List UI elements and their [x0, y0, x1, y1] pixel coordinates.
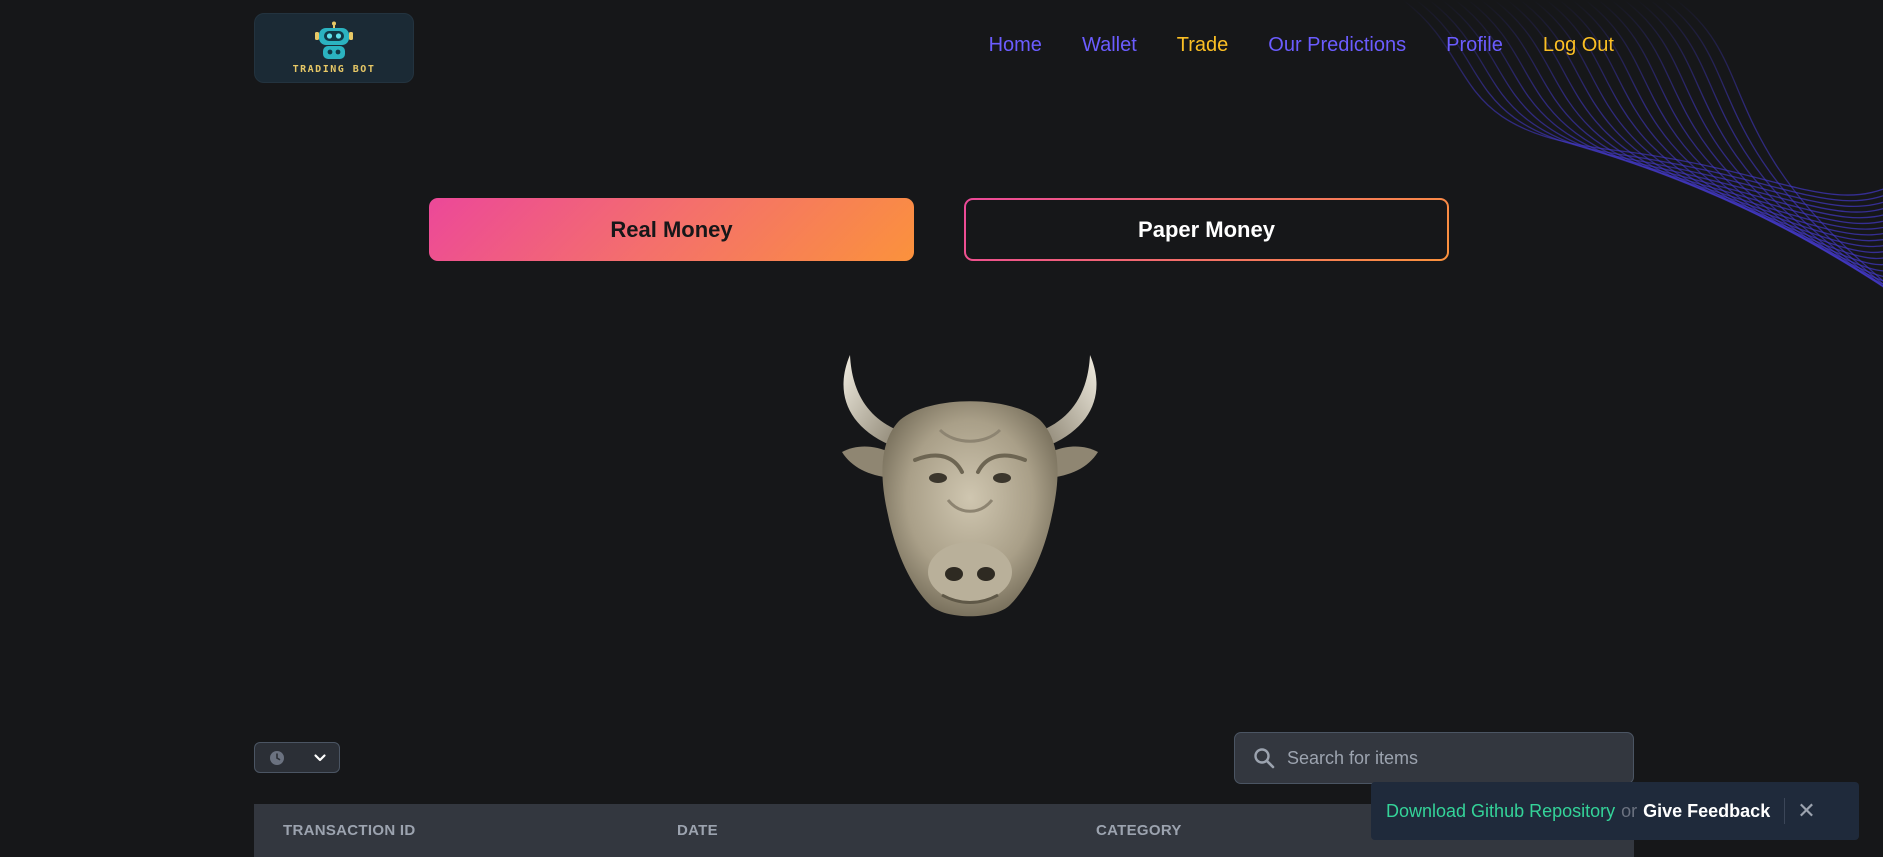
decorative-wave-line: [1454, 0, 1883, 219]
download-repo-link[interactable]: Download Github Repository: [1386, 801, 1615, 822]
decorative-wave-line: [1623, 0, 1883, 287]
search-icon: [1254, 748, 1275, 769]
decorative-wave-line: [1571, 0, 1883, 272]
give-feedback-link[interactable]: Give Feedback: [1643, 801, 1770, 822]
decorative-wave-line: [1675, 0, 1883, 282]
clock-icon: [270, 750, 284, 765]
decorative-wave-line: [1662, 0, 1883, 285]
nav-trade[interactable]: Trade: [1177, 34, 1229, 57]
nav-log-out[interactable]: Log Out: [1543, 34, 1614, 57]
nav-home[interactable]: Home: [989, 34, 1042, 57]
brand-logo[interactable]: TRADING BOT: [254, 13, 414, 83]
decorative-wave-line: [1441, 0, 1883, 213]
paper-money-label: Paper Money: [966, 200, 1447, 259]
real-money-button[interactable]: Real Money: [429, 198, 914, 261]
nav-profile[interactable]: Profile: [1446, 34, 1503, 57]
column-header-date: DATE: [677, 822, 718, 839]
page: TRADING BOT Home Wallet Trade Our Predic…: [0, 0, 1883, 857]
paper-money-button[interactable]: Paper Money: [964, 198, 1449, 261]
column-header-category: CATEGORY: [1096, 822, 1182, 839]
banner-divider: [1784, 798, 1786, 824]
decorative-wave-line: [1649, 0, 1883, 287]
decorative-wave-line: [1402, 0, 1883, 196]
search-box: [1234, 732, 1634, 784]
close-icon[interactable]: ✕: [1797, 800, 1815, 822]
time-filter-dropdown[interactable]: [254, 742, 340, 773]
column-header-transaction-id: TRANSACTION ID: [283, 822, 416, 839]
repo-feedback-banner: Download Github Repository or Give Feedb…: [1371, 782, 1859, 840]
search-input[interactable]: [1285, 746, 1609, 770]
decorative-wave-line: [1636, 0, 1883, 288]
decorative-wave-line: [1597, 0, 1883, 282]
decorative-wave-line: [1610, 0, 1883, 285]
decorative-wave-line: [1584, 0, 1883, 278]
robot-icon: [315, 21, 353, 59]
brand-logo-text: TRADING BOT: [292, 64, 376, 75]
nav-our-predictions[interactable]: Our Predictions: [1268, 34, 1406, 57]
nav-wallet[interactable]: Wallet: [1082, 34, 1137, 57]
bull-head-icon: [842, 355, 1098, 617]
decorative-wave-line: [1428, 0, 1883, 208]
banner-or-text: or: [1621, 800, 1638, 821]
chevron-down-icon: [314, 753, 326, 761]
decorative-wave-line: [1415, 0, 1883, 202]
main-nav: Home Wallet Trade Our Predictions Profil…: [989, 34, 1614, 57]
